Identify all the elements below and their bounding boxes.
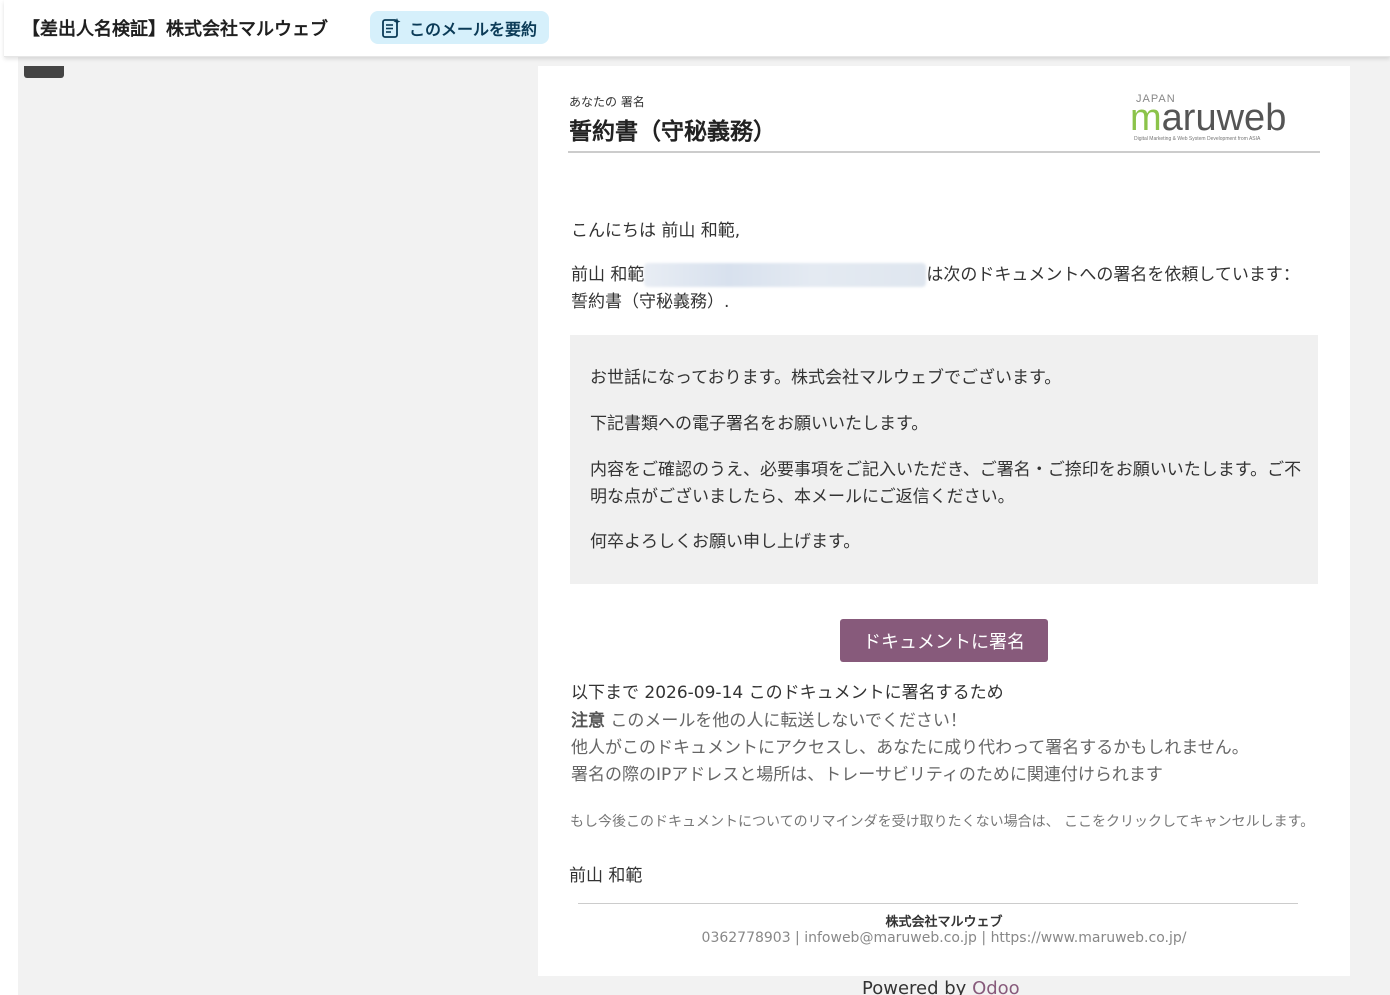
footer-phone[interactable]: 0362778903 [702,930,791,946]
signature-request-text: 前山 和範 は次のドキュメントへの署名を依頼しています： 誓約書（守秘義務）. [571,262,1316,316]
summarize-email-button[interactable]: このメールを要約 [370,11,550,44]
message-line: 内容をご確認のうえ、必要事項をご記入いただき、ご署名・ご捺印をお願いいたします。… [590,460,1302,507]
summarize-email-label: このメールを要約 [409,19,538,39]
summarize-icon [382,17,401,38]
footer-separator: | [790,930,805,946]
footer-company: 株式会社マルウェブ [885,915,1003,930]
deadline-date: 2026-09-14 [644,683,744,703]
cancel-reminder-link[interactable]: もし今後このドキュメントについてのリマインダを受け取りたくない場合は、 ここをク… [570,811,1318,834]
your-signature-label: あなたの 署名 [569,95,645,109]
logo-tagline-text: Digital Marketing & Web System Developme… [1134,136,1261,142]
greeting: こんにちは 前山 和範, [571,221,741,241]
logo-brand-text: maruweb [1130,97,1286,139]
maruweb-logo: JAPAN maruweb Digital Marketing & Web Sy… [1130,93,1286,142]
request-sender-name: 前山 和範 [571,265,645,285]
message-line: お世話になっております。株式会社マルウェブでございます。 [590,368,1062,388]
sign-document-button[interactable]: ドキュメントに署名 [840,619,1048,662]
footer-separator: | [976,930,991,946]
powered-by-prefix: Powered by [862,978,967,995]
email-subject: 【差出人名検証】株式会社マルウェブ [22,19,328,40]
email-header: 【差出人名検証】株式会社マルウェブ このメールを要約 [4,0,1390,57]
footer-contacts: 0362778903 | infoweb@maruweb.co.jp | htt… [538,930,1350,946]
footer-divider [578,903,1298,904]
footer-email-link[interactable]: infoweb@maruweb.co.jp [804,930,977,946]
collapsed-panel-tab[interactable] [24,66,64,78]
title-divider [568,151,1320,153]
deadline-prefix: 以下まで [571,683,639,703]
email-body-viewport[interactable]: あなたの 署名 誓約書（守秘義務） JAPAN maruweb Digital … [18,56,1390,995]
email-card: あなたの 署名 誓約書（守秘義務） JAPAN maruweb Digital … [538,66,1350,976]
impersonation-warning: 他人がこのドキュメントにアクセスし、あなたに成り代わって署名するかもしれません。 [571,738,1249,758]
sign-deadline: 以下まで 2026-09-14 このドキュメントに署名するため [571,678,1004,703]
note-label: 注意 [571,711,605,731]
message-line: 何卒よろしくお願い申し上げます。 [590,532,861,552]
forward-warning: 注意 このメールを他の人に転送しないでください！ [571,706,967,731]
deadline-suffix: このドキュメントに署名するため [748,683,1004,703]
message-box: お世話になっております。株式会社マルウェブでございます。 下記書類への電子署名を… [570,335,1318,584]
document-title: 誓約書（守秘義務） [569,119,776,145]
redacted-sender-email [644,263,927,287]
footer-website-link[interactable]: https://www.maruweb.co.jp/ [991,930,1187,946]
odoo-link[interactable]: Odoo [972,978,1020,995]
signer-name: 前山 和範 [569,866,643,886]
note-text: このメールを他の人に転送しないでください！ [610,711,967,731]
message-line: 下記書類への電子署名をお願いいたします。 [590,414,929,434]
powered-by: Powered by Odoo [862,978,1020,995]
traceability-notice: 署名の際のIPアドレスと場所は、トレーサビリティのために関連付けられます [571,765,1163,785]
